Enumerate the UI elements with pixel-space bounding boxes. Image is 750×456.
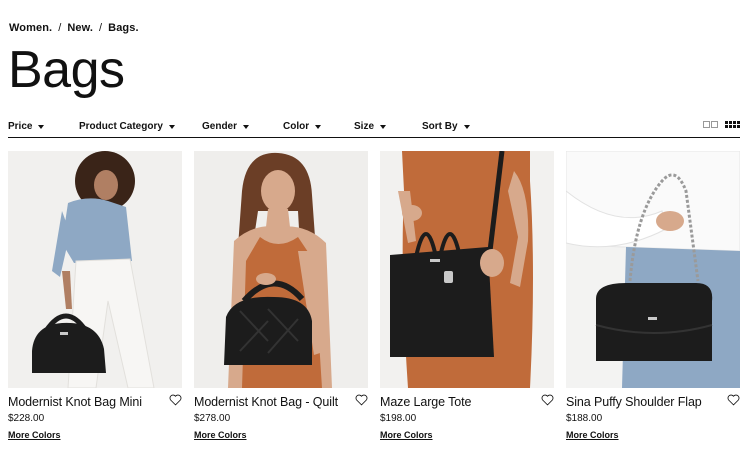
more-colors-link[interactable]: More Colors	[8, 430, 61, 440]
filter-color[interactable]: Color	[283, 121, 322, 132]
filter-label: Sort By	[422, 121, 458, 132]
caret-down-icon	[168, 124, 175, 129]
four-column-grid-icon[interactable]	[725, 121, 740, 128]
filter-label: Color	[283, 121, 310, 132]
product-image[interactable]	[566, 151, 740, 388]
more-colors-link[interactable]: More Colors	[194, 430, 247, 440]
heart-icon[interactable]	[355, 394, 368, 406]
filter-sort-by[interactable]: Sort By	[422, 121, 470, 132]
caret-down-icon	[38, 124, 45, 129]
product-card[interactable]: Sina Puffy Shoulder Flap $188.00 More Co…	[566, 151, 740, 440]
filter-label: Size	[354, 121, 375, 132]
heart-icon[interactable]	[541, 394, 554, 406]
product-card[interactable]: Modernist Knot Bag - Quilt $278.00 More …	[194, 151, 368, 440]
caret-down-icon	[380, 124, 387, 129]
product-price: $278.00	[194, 413, 231, 424]
product-image[interactable]	[8, 151, 182, 388]
product-image[interactable]	[194, 151, 368, 388]
breadcrumb-item-bags[interactable]: Bags.	[108, 22, 138, 34]
heart-icon[interactable]	[727, 394, 740, 406]
product-price: $198.00	[380, 413, 417, 424]
breadcrumb-separator: /	[58, 22, 62, 34]
product-name[interactable]: Modernist Knot Bag Mini	[8, 395, 142, 409]
caret-down-icon	[315, 124, 322, 129]
product-image[interactable]	[380, 151, 554, 388]
page-title: Bags	[8, 41, 125, 99]
filter-size[interactable]: Size	[354, 121, 387, 132]
product-name[interactable]: Sina Puffy Shoulder Flap	[566, 395, 702, 409]
product-card[interactable]: Maze Large Tote $198.00 More Colors	[380, 151, 554, 440]
caret-down-icon	[243, 124, 250, 129]
product-grid: Modernist Knot Bag Mini $228.00 More Col…	[8, 151, 740, 451]
breadcrumb-item-new[interactable]: New.	[67, 22, 93, 34]
heart-icon[interactable]	[169, 394, 182, 406]
filter-gender[interactable]: Gender	[202, 121, 250, 132]
breadcrumb: Women. / New. / Bags.	[9, 22, 139, 34]
filter-label: Product Category	[79, 121, 163, 132]
product-price: $188.00	[566, 413, 603, 424]
more-colors-link[interactable]: More Colors	[566, 430, 619, 440]
caret-down-icon	[463, 124, 470, 129]
more-colors-link[interactable]: More Colors	[380, 430, 433, 440]
filter-product-category[interactable]: Product Category	[79, 121, 175, 132]
filter-label: Price	[8, 121, 33, 132]
breadcrumb-item-women[interactable]: Women.	[9, 22, 52, 34]
filter-price[interactable]: Price	[8, 121, 45, 132]
filter-label: Gender	[202, 121, 238, 132]
breadcrumb-separator: /	[99, 22, 103, 34]
filter-bar: Price Product Category Gender Color Size…	[8, 117, 740, 138]
product-name[interactable]: Maze Large Tote	[380, 395, 471, 409]
product-name[interactable]: Modernist Knot Bag - Quilt	[194, 395, 338, 409]
two-column-grid-icon[interactable]	[703, 121, 718, 128]
product-card[interactable]: Modernist Knot Bag Mini $228.00 More Col…	[8, 151, 182, 440]
product-price: $228.00	[8, 413, 45, 424]
